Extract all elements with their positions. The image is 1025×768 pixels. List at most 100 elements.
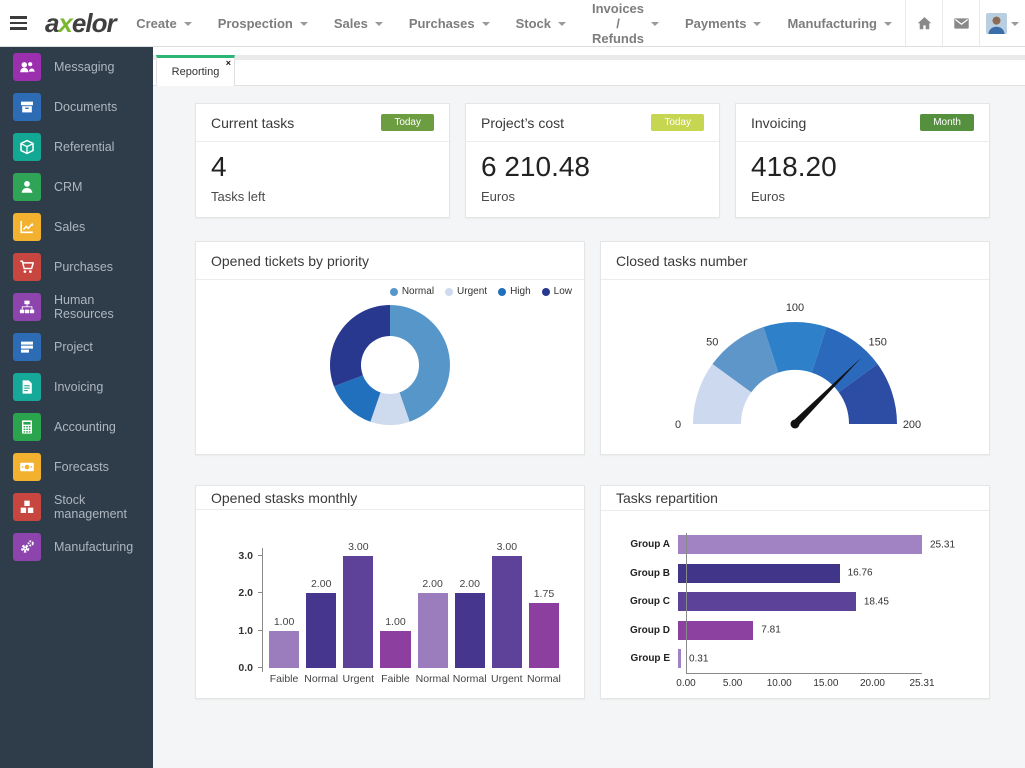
chart-title: Opened stasks monthly: [211, 490, 357, 506]
hbar-value-label: 25.31: [930, 539, 955, 550]
sidebar-item-forecasts[interactable]: Forecasts: [0, 447, 153, 487]
sidebar-item-label: Stock management: [54, 493, 153, 521]
tab-reporting[interactable]: Reporting ×: [156, 55, 235, 86]
y-tick-label: 1.0: [225, 625, 253, 637]
sidebar-item-invoicing[interactable]: Invoicing: [0, 367, 153, 407]
sidebar-item-label: Human Resources: [54, 293, 153, 321]
bar-chart: 3.02.01.00.01.00Faible2.00Normal3.00Urge…: [196, 510, 584, 698]
legend-item-high: High: [498, 286, 531, 297]
kpi-card-projects-cost: Project’s costToday 6 210.48 Euros: [465, 103, 720, 218]
hbar-value-label: 0.31: [689, 653, 708, 664]
main-content: Reporting × Current tasksToday 4 Tasks l…: [153, 47, 1025, 768]
chart-title: Closed tasks number: [616, 253, 748, 269]
sidebar-item-project[interactable]: Project: [0, 327, 153, 367]
chart-card-closed-tasks: Closed tasks number 050100150200: [600, 241, 990, 455]
invoicing-icon: [13, 373, 41, 401]
bar-value-label: 3.00: [497, 541, 517, 553]
sidebar-item-purchases[interactable]: Purchases: [0, 247, 153, 287]
sidebar-item-documents[interactable]: Documents: [0, 87, 153, 127]
bar: [343, 556, 373, 668]
kpi-badge: Today: [381, 114, 434, 131]
hbar-row: Group B16.76: [626, 559, 968, 588]
chevron-down-icon: [651, 22, 659, 26]
hbar-value-label: 7.81: [761, 625, 780, 636]
app-logo: axelor: [37, 8, 123, 39]
kpi-unit: Euros: [481, 189, 704, 204]
chart-title: Opened tickets by priority: [211, 253, 369, 269]
messages-button[interactable]: [942, 0, 979, 46]
x-tick-label: 0.00: [676, 678, 695, 689]
close-icon[interactable]: ×: [226, 59, 231, 68]
sidebar-item-accounting[interactable]: Accounting: [0, 407, 153, 447]
x-axis: 0.005.0010.0015.0020.0025.31: [686, 673, 922, 690]
gauge-needle-hub: [791, 420, 800, 429]
kpi-value: 4: [211, 151, 434, 183]
chart-legend: NormalUrgentHighLow: [390, 286, 572, 297]
bar-slot: 3.00Urgent: [343, 532, 373, 668]
menu-invoices-refunds[interactable]: Invoices / Refunds: [579, 0, 672, 46]
user-menu[interactable]: [979, 0, 1025, 46]
gauge-tick-label: 150: [869, 336, 887, 348]
bar-value-label: 1.75: [534, 588, 554, 600]
sidebar-item-manufacturing[interactable]: Manufacturing: [0, 527, 153, 567]
messaging-icon: [13, 53, 41, 81]
gauge-chart: 050100150200: [601, 280, 989, 454]
bar-slot: 1.00Faible: [380, 532, 410, 668]
sidebar-item-label: Accounting: [54, 420, 116, 434]
sidebar-item-sales[interactable]: Sales: [0, 207, 153, 247]
menu-sales[interactable]: Sales: [321, 0, 396, 46]
main-menu: CreateProspectionSalesPurchasesStockInvo…: [123, 0, 905, 46]
sidebar-item-label: Manufacturing: [54, 540, 133, 554]
menu-create[interactable]: Create: [123, 0, 204, 46]
legend-item-low: Low: [542, 286, 572, 297]
legend-dot: [542, 288, 550, 296]
donut-chart: NormalUrgentHighLow: [196, 280, 584, 454]
bar: [529, 603, 559, 668]
sidebar-item-messaging[interactable]: Messaging: [0, 47, 153, 87]
tab-bar: Reporting ×: [153, 47, 1025, 86]
y-tick-label: 2.0: [225, 587, 253, 599]
sidebar-item-label: CRM: [54, 180, 82, 194]
x-tick-label: 25.31: [909, 678, 934, 689]
bar: [455, 593, 485, 668]
bar-category-label: Faible: [374, 673, 416, 685]
dashboard: Current tasksToday 4 Tasks left Project’…: [153, 86, 1025, 768]
tab-strip: [153, 55, 1025, 60]
bar: [418, 593, 448, 668]
bar: [380, 631, 410, 668]
kpi-badge: Today: [651, 114, 704, 131]
user-avatar: [986, 13, 1007, 34]
bar: [306, 593, 336, 668]
horizontal-bar-chart-plot: Group A 25.31 Group B16.76Group C18.45 Grou…: [626, 531, 968, 691]
sidebar-item-referential[interactable]: Referential: [0, 127, 153, 167]
bar-slot: 1.00Faible: [269, 532, 299, 668]
gauge-tick-label: 200: [903, 419, 921, 431]
hbar-row: Group C18.45: [626, 588, 968, 617]
sidebar-item-crm[interactable]: CRM: [0, 167, 153, 207]
project-icon: [13, 333, 41, 361]
sidebar-item-human-resources[interactable]: Human Resources: [0, 287, 153, 327]
menu-purchases[interactable]: Purchases: [396, 0, 503, 46]
kpi-title: Project’s cost: [481, 115, 564, 131]
kpi-unit: Tasks left: [211, 189, 434, 204]
hbar-category-label: Group A: [626, 539, 678, 550]
gauge-tick-label: 50: [706, 336, 718, 348]
x-tick-label: 15.00: [813, 678, 838, 689]
bar-value-label: 2.00: [459, 578, 479, 590]
sidebar-item-stock-management[interactable]: Stock management: [0, 487, 153, 527]
crm-icon: [13, 173, 41, 201]
menu-manufacturing[interactable]: Manufacturing: [774, 0, 905, 46]
menu-stock[interactable]: Stock: [503, 0, 579, 46]
menu-prospection[interactable]: Prospection: [205, 0, 321, 46]
bar: [269, 631, 299, 668]
kpi-title: Invoicing: [751, 115, 806, 131]
y-axis: [262, 548, 263, 672]
stock-management-icon: [13, 493, 41, 521]
menu-payments[interactable]: Payments: [672, 0, 774, 46]
chevron-down-icon: [884, 22, 892, 26]
chevron-down-icon: [300, 22, 308, 26]
bar-category-label: Normal: [523, 673, 565, 685]
menu-toggle-button[interactable]: [0, 0, 37, 46]
home-button[interactable]: [905, 0, 942, 46]
hbar-row: Group E0.31: [626, 645, 968, 674]
